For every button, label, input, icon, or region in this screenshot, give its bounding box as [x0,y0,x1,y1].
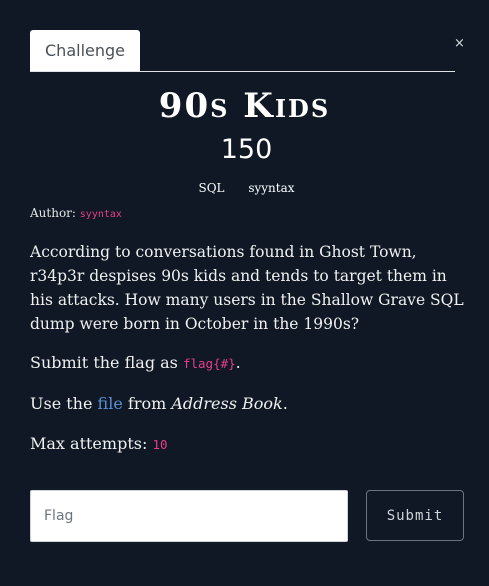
author-name: syyntax [79,209,122,220]
max-attempts-label: Max attempts: [30,434,153,453]
file-link[interactable]: file [98,394,123,413]
author-line: Author: syyntax [30,206,122,220]
max-attempts: Max attempts: 10 [30,434,168,453]
challenge-points: 150 [220,134,273,165]
tag-syyntax: syyntax [248,181,295,195]
description-text: According to conversations found in Ghos… [30,243,464,333]
submit-button[interactable]: Submit [366,490,464,541]
file-instructions: Use the file from Address Book. [30,394,288,413]
use-suffix: . [282,394,288,413]
tab-bar: Challenge [30,30,455,72]
max-attempts-value: 10 [152,437,168,452]
challenge-title: 90s Kids [158,86,331,126]
close-icon[interactable]: × [454,36,465,51]
challenge-description: According to conversations found in Ghos… [30,240,470,336]
flag-input[interactable] [30,490,348,542]
submit-suffix: . [235,353,241,372]
author-label: Author: [30,206,76,220]
submit-prefix: Submit the flag as [30,353,183,372]
use-prefix: Use the [30,394,98,413]
tag-sql: SQL [198,181,225,195]
source-name: Address Book [171,394,283,413]
challenge-tags: SQL syyntax [0,181,489,195]
submit-instructions: Submit the flag as flag{#}. [30,353,241,372]
flag-format: flag{#} [182,356,236,371]
use-middle: from [122,394,172,413]
tab-challenge[interactable]: Challenge [30,30,140,71]
